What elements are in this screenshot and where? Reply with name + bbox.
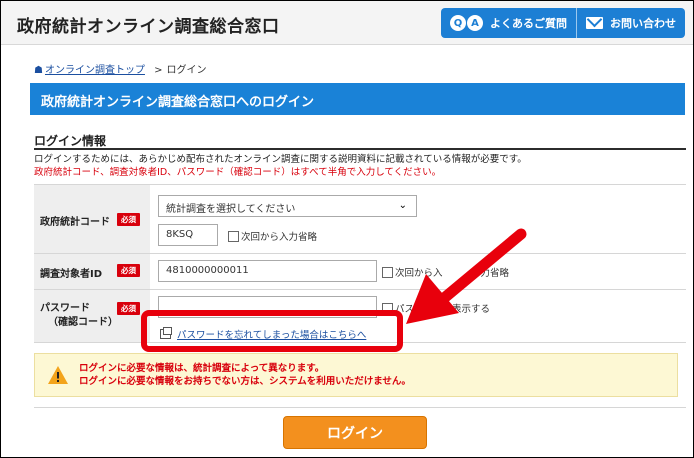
warning-line-2: ログインに必要な情報をお持ちでない方は、システムを利用いただけません。 bbox=[79, 376, 411, 387]
faq-button[interactable]: Q A よくあるご質問 bbox=[441, 8, 576, 38]
respondent-id-skip-checkbox[interactable]: 次回から入 力省略 bbox=[382, 265, 509, 279]
warning-text: ログインに必要な情報は、統計調査によって異なります。 ログインに必要な情報をお持… bbox=[79, 362, 411, 388]
page-title: 政府統計オンライン調査総合窓口へのログイン bbox=[41, 95, 315, 110]
page-frame: 政府統計オンライン調査総合窓口 Q A よくあるご質問 お問い合わせ ☗ オンライ… bbox=[0, 0, 694, 458]
breadcrumb-current: ログイン bbox=[166, 65, 207, 76]
stat-code-input[interactable]: 8KSQ bbox=[158, 224, 218, 246]
form-field-cell: 4810000000011 次回から入 力省略 bbox=[150, 254, 686, 289]
show-password-label-tail: ワードを表示する bbox=[414, 304, 491, 315]
breadcrumb-top-link[interactable]: オンライン調査トップ bbox=[45, 65, 145, 76]
password-label: パスワード bbox=[40, 303, 90, 314]
mail-icon bbox=[586, 17, 603, 29]
required-badge: 必須 bbox=[117, 264, 140, 277]
section-heading-text: ログイン情報 bbox=[34, 134, 107, 148]
home-icon: ☗ bbox=[34, 65, 43, 76]
section-heading: ログイン情報 bbox=[34, 130, 686, 150]
description-line-1: ログインするためには、あらかじめ配布されたオンライン調査に関する説明資料に記載さ… bbox=[34, 154, 527, 165]
warning-box: ログインに必要な情報は、統計調査によって異なります。 ログインに必要な情報をお持… bbox=[34, 353, 678, 397]
description: ログインするためには、あらかじめ配布されたオンライン調査に関する説明資料に記載さ… bbox=[34, 153, 527, 179]
site-header: 政府統計オンライン調査総合窓口 Q A よくあるご質問 お問い合わせ bbox=[1, 1, 693, 45]
required-badge: 必須 bbox=[117, 213, 140, 226]
form-label-cell: パスワード （確認コード） 必須 bbox=[34, 290, 150, 342]
divider bbox=[34, 407, 686, 408]
form-label-cell: 調査対象者ID 必須 bbox=[34, 254, 150, 289]
warning-line-1: ログインに必要な情報は、統計調査によって異なります。 bbox=[79, 363, 325, 374]
chevron-down-icon: ⌄ bbox=[398, 200, 407, 211]
respondent-id-skip-label-tail: 力省略 bbox=[480, 268, 510, 279]
stat-code-skip-label: 次回から入力省略 bbox=[241, 232, 318, 243]
header-buttons: Q A よくあるご質問 お問い合わせ bbox=[441, 8, 685, 38]
warning-icon bbox=[48, 366, 68, 384]
form-row-respondent-id: 調査対象者ID 必須 4810000000011 次回から入 力省略 bbox=[34, 254, 686, 290]
form-field-cell: 統計調査を選択してください ⌄ 8KSQ 次回から入力省略 bbox=[150, 185, 686, 253]
form-row-stat-code: 政府統計コード 必須 統計調査を選択してください ⌄ 8KSQ 次回から入力省略 bbox=[34, 185, 686, 254]
contact-label: お問い合わせ bbox=[610, 17, 676, 30]
stat-code-skip-checkbox[interactable]: 次回から入力省略 bbox=[228, 229, 317, 243]
respondent-id-input[interactable]: 4810000000011 bbox=[158, 260, 377, 282]
form-label-cell: 政府統計コード 必須 bbox=[34, 185, 150, 253]
stat-code-label: 政府統計コード bbox=[40, 217, 110, 228]
checkbox-box[interactable] bbox=[382, 266, 393, 278]
annotation-highlight-box bbox=[141, 310, 403, 352]
breadcrumb-separator: > bbox=[154, 65, 163, 76]
required-badge: 必須 bbox=[117, 302, 140, 315]
survey-select-value: 統計調査を選択してください bbox=[166, 204, 296, 215]
password-label-sub: （確認コード） bbox=[48, 317, 118, 328]
survey-select[interactable]: 統計調査を選択してください ⌄ bbox=[158, 195, 417, 217]
page-title-bar: 政府統計オンライン調査総合窓口へのログイン bbox=[30, 83, 685, 115]
qa-icon: Q A bbox=[450, 15, 484, 31]
respondent-id-label: 調査対象者ID bbox=[40, 269, 103, 280]
breadcrumb: ☗ オンライン調査トップ > ログイン bbox=[34, 61, 207, 76]
site-title: 政府統計オンライン調査総合窓口 bbox=[17, 17, 280, 37]
checkbox-box[interactable] bbox=[228, 230, 239, 242]
faq-label: よくあるご質問 bbox=[490, 17, 567, 30]
description-line-2: 政府統計コード、調査対象者ID、パスワード（確認コード）はすべて半角で入力してく… bbox=[34, 167, 442, 178]
contact-button[interactable]: お問い合わせ bbox=[576, 8, 685, 38]
respondent-id-skip-label: 次回から入 bbox=[395, 268, 443, 279]
login-button[interactable]: ログイン bbox=[283, 416, 427, 449]
